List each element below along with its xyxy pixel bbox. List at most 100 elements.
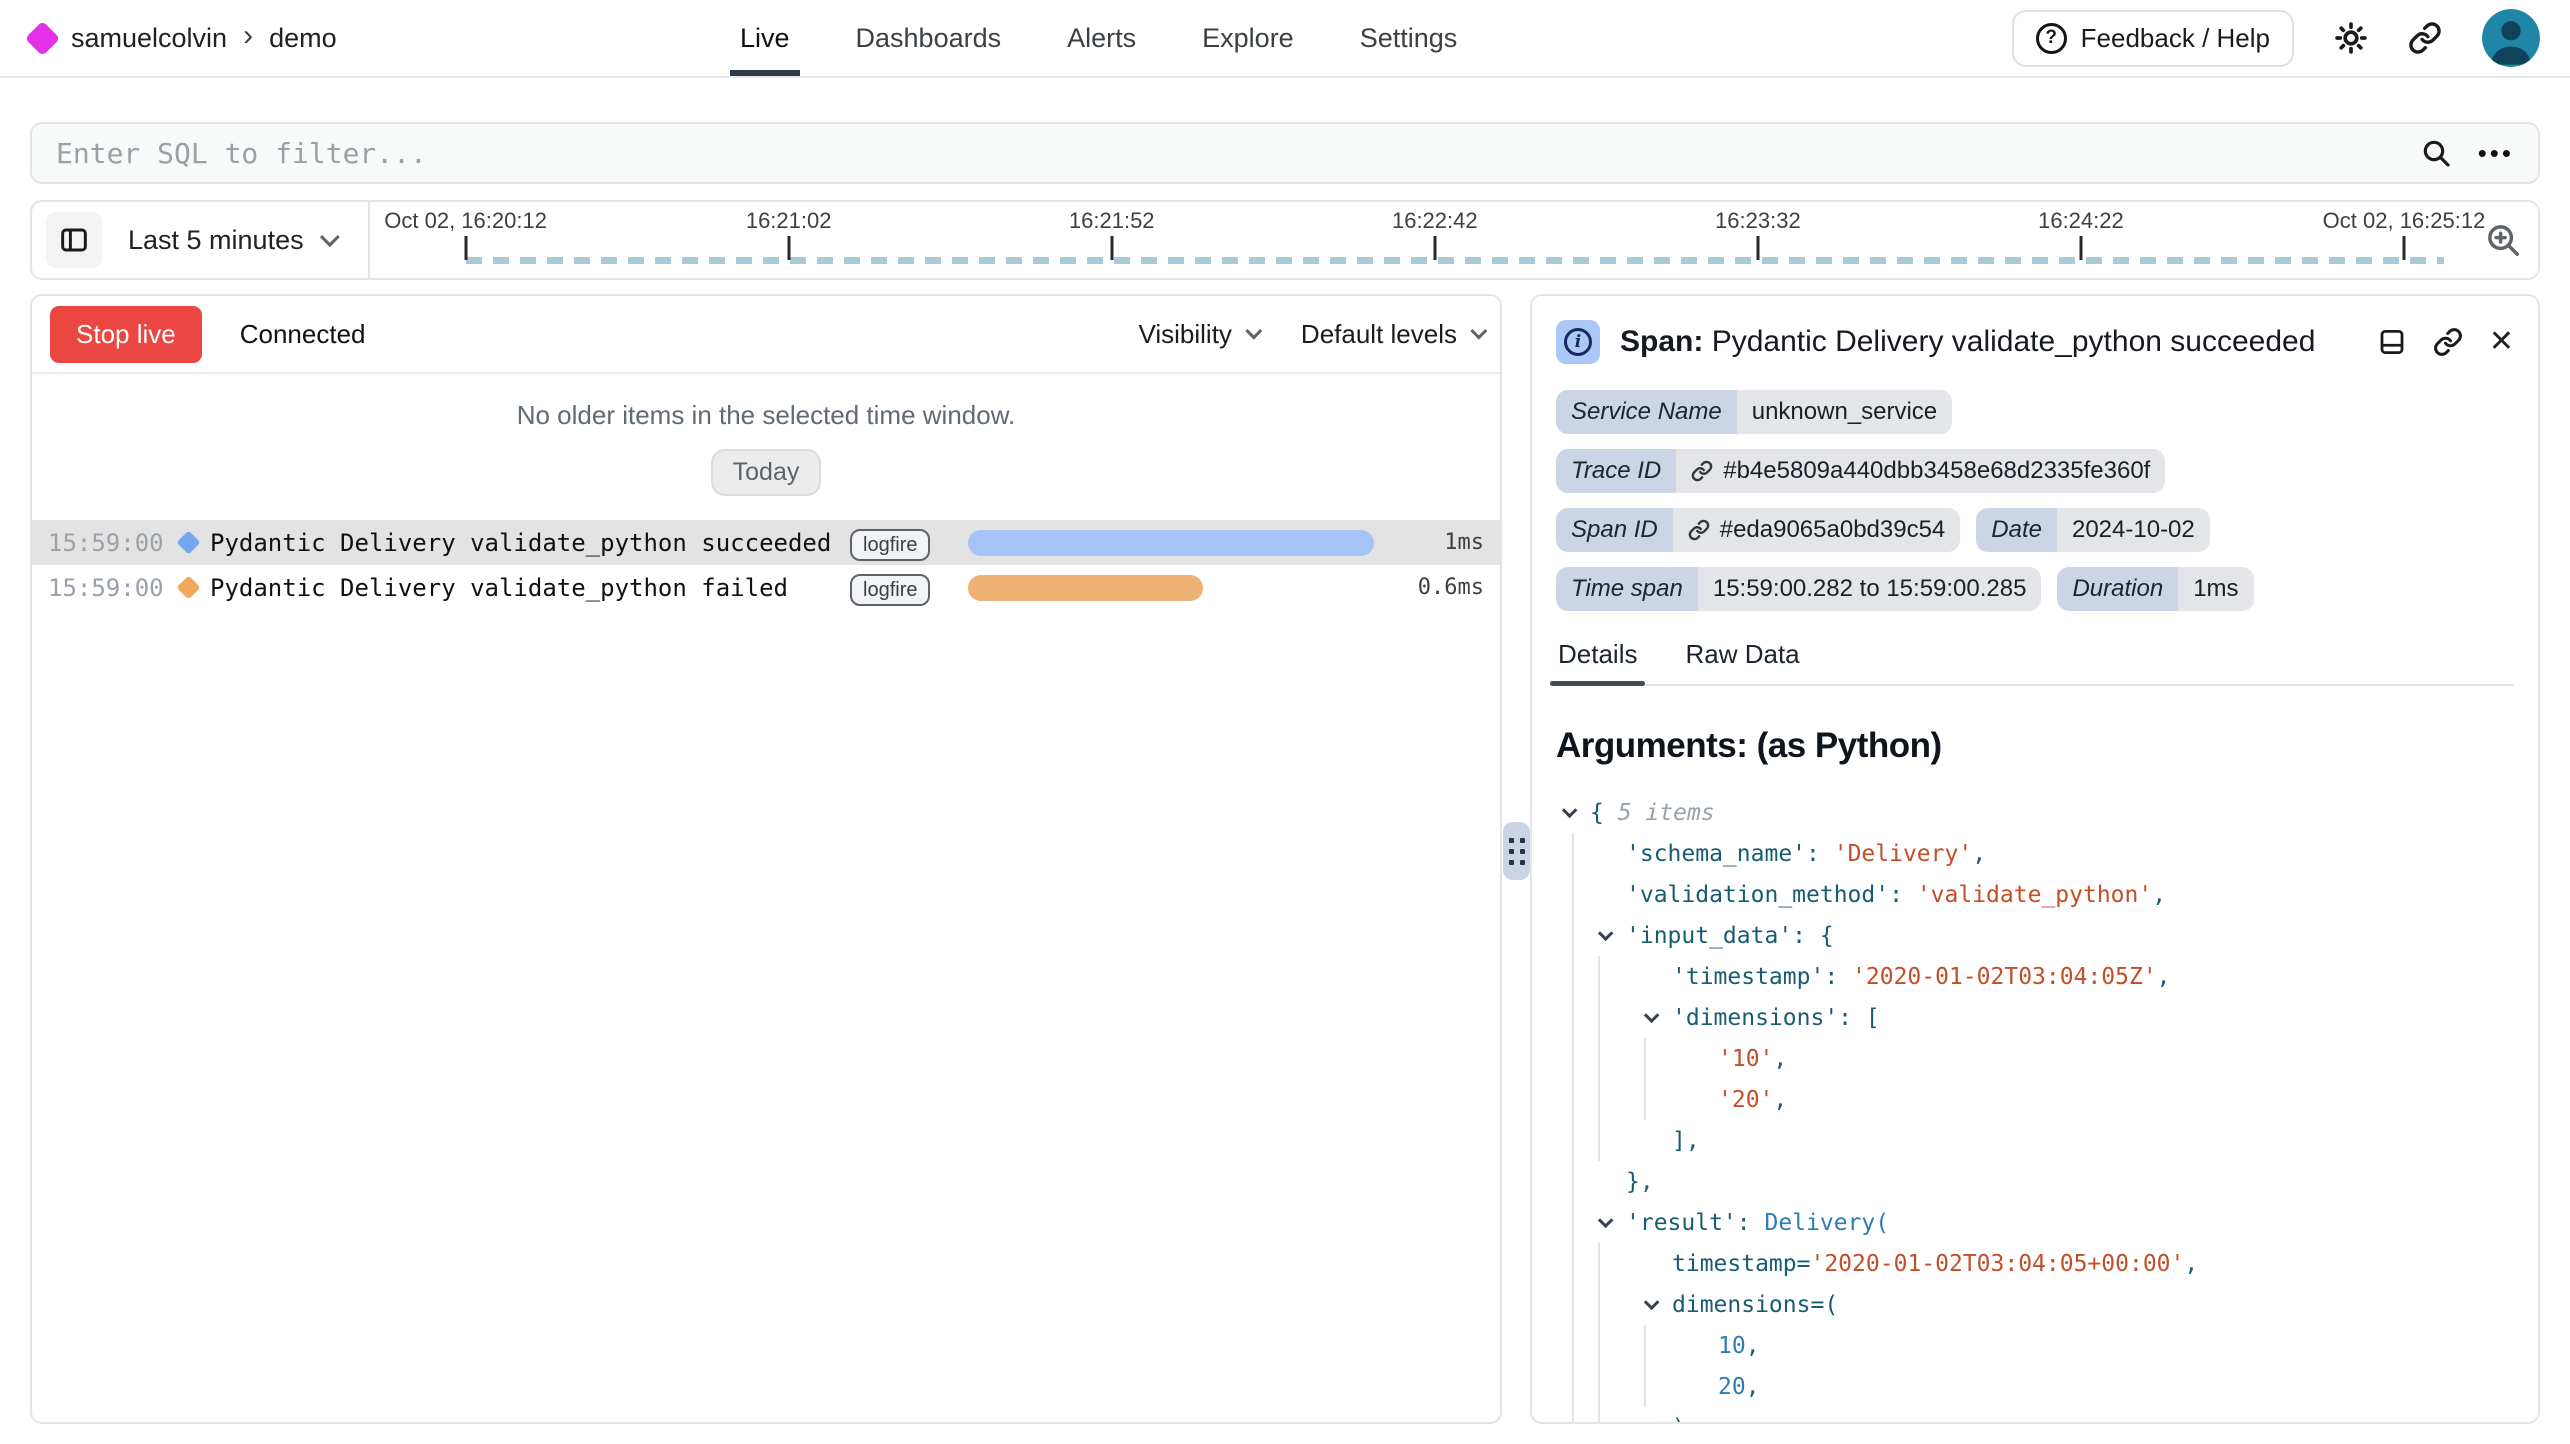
timeline-tick	[2403, 236, 2406, 260]
badge-value-text: 1ms	[2193, 575, 2238, 603]
feedback-help-button[interactable]: ? Feedback / Help	[2012, 10, 2294, 67]
user-avatar[interactable]	[2482, 9, 2540, 67]
code-line: 'input_data': {	[1562, 915, 2514, 956]
badge-value: 2024-10-02	[2057, 508, 2210, 552]
code-token: {	[1590, 800, 1618, 826]
indent-guide	[1572, 997, 1598, 1038]
sidebar-toggle-button[interactable]	[46, 212, 102, 268]
code-line: 'timestamp': '2020-01-02T03:04:05Z',	[1562, 956, 2514, 997]
badge-date: Date2024-10-02	[1976, 508, 2209, 552]
row-duration: 1ms	[1392, 530, 1484, 555]
timeline-tick-label: Oct 02, 16:20:12	[384, 208, 547, 234]
dock-bottom-icon	[2377, 327, 2407, 357]
log-row[interactable]: 15:59:00 Pydantic Delivery validate_pytho…	[32, 565, 1500, 610]
default-levels-dropdown[interactable]: Default levels	[1301, 319, 1482, 350]
visibility-dropdown[interactable]: Visibility	[1138, 319, 1256, 350]
code-token: ,	[1746, 1333, 1760, 1359]
badge-value: #b4e5809a440dbb3458e68d2335fe360f	[1676, 449, 2165, 493]
search-icon	[2420, 137, 2452, 169]
indent-guide	[1572, 1079, 1598, 1120]
zoom-in-icon	[2484, 221, 2522, 259]
tab-details[interactable]: Details	[1556, 633, 1639, 684]
badge-time-span: Time span15:59:00.282 to 15:59:00.285	[1556, 567, 2041, 611]
row-message: Pydantic Delivery validate_python failed	[210, 574, 850, 602]
row-scope-tag[interactable]: logfire	[850, 529, 950, 557]
code-token: [	[1866, 1005, 1880, 1031]
code-token: 'dimensions'	[1672, 1005, 1838, 1031]
share-link-button[interactable]	[2408, 21, 2442, 55]
chevron-down-icon[interactable]	[1598, 926, 1614, 942]
tab-raw-data[interactable]: Raw Data	[1683, 633, 1801, 684]
link-icon[interactable]	[1688, 519, 1710, 541]
row-timestamp: 15:59:00	[48, 574, 166, 602]
span-title: Span: Pydantic Delivery validate_python …	[1620, 325, 2315, 359]
row-scope-tag[interactable]: logfire	[850, 574, 950, 602]
timeline-zoom-button[interactable]	[2484, 221, 2522, 259]
timeline-tick	[2079, 236, 2082, 260]
code-line: dimensions=(	[1562, 1284, 2514, 1325]
code-token: :	[1737, 1210, 1765, 1236]
code-token: ,	[1773, 1046, 1787, 1072]
logfire-logo-icon[interactable]	[25, 20, 60, 55]
code-token: 'validation_method'	[1626, 882, 1889, 908]
breadcrumb-project[interactable]: demo	[269, 23, 337, 54]
badge-value-text: unknown_service	[1752, 398, 1937, 426]
today-pill[interactable]: Today	[711, 449, 822, 496]
nav-tab-explore[interactable]: Explore	[1202, 0, 1294, 76]
tree-chevron-slot	[1562, 807, 1590, 818]
chevron-down-icon[interactable]	[1644, 1008, 1660, 1024]
copy-span-link-button[interactable]	[2433, 327, 2463, 357]
indent-guide	[1598, 1038, 1644, 1079]
connection-status: Connected	[240, 319, 366, 350]
log-row[interactable]: 15:59:00Pydantic Delivery validate_pytho…	[32, 520, 1500, 565]
code-token: dimensions=(	[1672, 1292, 1838, 1318]
default-levels-label: Default levels	[1301, 319, 1457, 350]
close-icon[interactable]: ✕	[2489, 327, 2514, 357]
code-token: ],	[1672, 1128, 1700, 1154]
timeline[interactable]: Oct 02, 16:20:1216:21:0216:21:5216:22:42…	[466, 202, 2404, 278]
log-row-list: 15:59:00 Pydantic Delivery validate_pytho…	[32, 520, 1500, 610]
nav-tab-live[interactable]: Live	[740, 0, 790, 76]
nav-tab-settings[interactable]: Settings	[1360, 0, 1458, 76]
code-line: timestamp='2020-01-02T03:04:05+00:00',	[1562, 1243, 2514, 1284]
badge-label: Duration	[2057, 567, 2178, 611]
stop-live-button[interactable]: Stop live	[50, 306, 202, 363]
theme-toggle-button[interactable]	[2334, 21, 2368, 55]
badge-value-text: 2024-10-02	[2072, 516, 2195, 544]
indent-guide	[1572, 1407, 1598, 1424]
panel-resize-handle[interactable]	[1503, 822, 1530, 880]
panel-left-icon	[58, 224, 90, 256]
link-icon	[2408, 21, 2442, 55]
code-token: 'input_data'	[1626, 923, 1792, 949]
nav-tab-dashboards[interactable]: Dashboards	[856, 0, 1002, 76]
indent-guide	[1572, 1243, 1598, 1284]
indent-guide	[1644, 1366, 1690, 1407]
span-diamond-icon	[166, 534, 210, 551]
sql-filter-input[interactable]	[56, 137, 2420, 170]
scope-tag-label: logfire	[850, 529, 930, 561]
code-token: 5 items	[1618, 800, 1715, 826]
badge-value: unknown_service	[1737, 390, 1952, 434]
time-range-select[interactable]: Last 5 minutes	[128, 225, 334, 256]
code-line: 'validation_method': 'validate_python',	[1562, 874, 2514, 915]
dock-panel-button[interactable]	[2377, 327, 2407, 357]
chevron-down-icon[interactable]	[1644, 1295, 1660, 1311]
badge-span-id: Span ID#eda9065a0bd39c54	[1556, 508, 1960, 552]
more-options-icon[interactable]: •••	[2478, 138, 2514, 169]
badge-label: Service Name	[1556, 390, 1737, 434]
help-icon: ?	[2036, 23, 2067, 54]
search-button[interactable]	[2420, 137, 2452, 169]
badge-row: Time span15:59:00.282 to 15:59:00.285 Dur…	[1556, 567, 2514, 611]
indent-guide	[1572, 1038, 1598, 1079]
timeline-tick	[787, 236, 790, 260]
code-token: ,	[1773, 1087, 1787, 1113]
chevron-down-icon[interactable]	[1598, 1213, 1614, 1229]
nav-tab-alerts[interactable]: Alerts	[1067, 0, 1136, 76]
indent-guide	[1598, 1325, 1644, 1366]
link-icon[interactable]	[1691, 460, 1713, 482]
tree-chevron-slot	[1644, 1012, 1672, 1023]
breadcrumb-org[interactable]: samuelcolvin	[71, 23, 227, 54]
chevron-down-icon[interactable]	[1562, 803, 1578, 819]
code-token: '2020-01-02T03:04:05Z'	[1852, 964, 2157, 990]
code-token: '20'	[1718, 1087, 1773, 1113]
